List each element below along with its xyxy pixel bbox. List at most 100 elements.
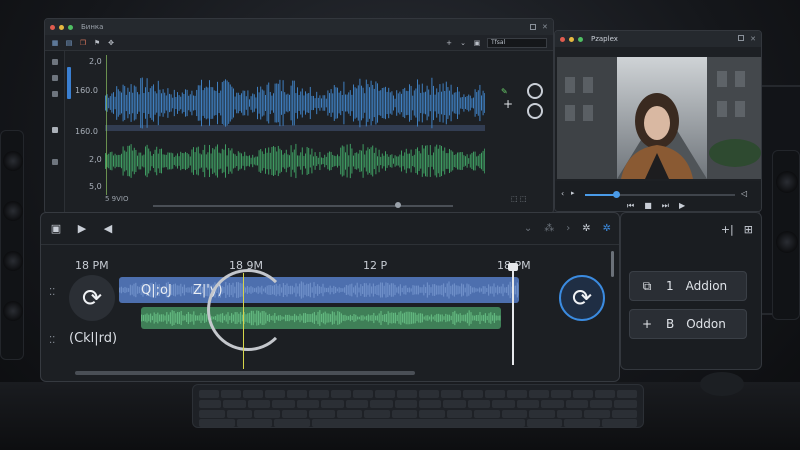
drag-handle-icon[interactable]: ⁚⁚ bbox=[49, 287, 55, 298]
loop-small-icon[interactable] bbox=[527, 103, 543, 119]
copy-icon[interactable]: ❐ bbox=[79, 39, 87, 47]
waveform-sample bbox=[138, 152, 140, 170]
waveform-tracks[interactable] bbox=[105, 59, 485, 189]
volume-icon[interactable]: ◁ bbox=[741, 189, 747, 198]
skip-forward-icon[interactable]: ⏭ bbox=[662, 201, 669, 211]
waveform-sample bbox=[172, 97, 174, 109]
close-icon[interactable]: ✕ bbox=[542, 24, 548, 31]
preview-scrubber[interactable] bbox=[585, 191, 735, 198]
record-icon[interactable]: ▣ bbox=[473, 39, 481, 47]
play-small-icon[interactable]: ▸ bbox=[571, 189, 575, 197]
gain-slider[interactable] bbox=[67, 67, 71, 99]
editor-horizontal-scrollbar[interactable] bbox=[153, 205, 453, 207]
video-frame[interactable] bbox=[557, 57, 761, 179]
move-icon[interactable]: ✥ bbox=[107, 39, 115, 47]
timeline-playhead[interactable] bbox=[512, 265, 514, 365]
waveform-sample bbox=[490, 312, 492, 324]
scissors-icon[interactable] bbox=[52, 59, 58, 65]
maximize-window-button[interactable] bbox=[68, 24, 73, 30]
add-track-button[interactable]: ⧉ 1 Addion bbox=[629, 271, 747, 301]
waveform-sample bbox=[359, 78, 361, 128]
close-icon[interactable]: ✕ bbox=[750, 35, 756, 43]
zoom-icon[interactable] bbox=[52, 91, 58, 97]
waveform-sample bbox=[295, 283, 297, 297]
waveform-sample bbox=[201, 154, 202, 168]
add-effect-button[interactable]: + B Oddon bbox=[629, 309, 747, 339]
loop-marker[interactable] bbox=[243, 273, 244, 369]
waveform-sample bbox=[357, 316, 359, 320]
minimize-window-button[interactable] bbox=[59, 24, 64, 30]
waveform-sample bbox=[339, 311, 341, 325]
prev-frame-icon[interactable]: ‹ bbox=[561, 189, 564, 198]
skip-back-icon[interactable]: ⏮ bbox=[627, 201, 634, 211]
chevron-down-icon[interactable]: ⌄ bbox=[459, 39, 467, 47]
waveform-sample bbox=[383, 155, 385, 167]
restore-icon[interactable] bbox=[530, 24, 536, 30]
loop-button-left[interactable]: ⟳ bbox=[69, 275, 115, 321]
audio-clip-green[interactable] bbox=[141, 307, 501, 329]
scrubber-handle[interactable] bbox=[613, 191, 620, 198]
play-button[interactable]: ▶ bbox=[75, 222, 89, 236]
waveform-sample bbox=[453, 154, 455, 168]
clip-blue-waveform bbox=[119, 281, 519, 299]
clip-green-waveform bbox=[141, 310, 501, 326]
editor-scroll-knob[interactable] bbox=[395, 202, 401, 208]
plus-icon[interactable]: + bbox=[503, 97, 513, 111]
waveform-sample bbox=[448, 314, 450, 322]
waveform-sample bbox=[189, 156, 191, 166]
close-window-button[interactable] bbox=[560, 36, 565, 42]
editor-playhead[interactable] bbox=[106, 55, 107, 195]
waveform-sample bbox=[338, 287, 340, 293]
audio-clip-blue[interactable]: Q|;oJ Z|'y) bbox=[119, 277, 519, 303]
stop-icon[interactable]: ■ bbox=[644, 201, 652, 211]
drag-handle-icon[interactable]: ⁚⁚ bbox=[49, 335, 55, 346]
waveform-sample bbox=[204, 87, 206, 119]
loop-button-right[interactable]: ⟳ bbox=[559, 275, 605, 321]
settings-accent-icon[interactable]: ✲ bbox=[603, 223, 611, 234]
settings-icon[interactable]: ✲ bbox=[582, 223, 590, 234]
add-icon[interactable]: + bbox=[445, 39, 453, 47]
waveform-sample bbox=[342, 288, 344, 292]
select-icon[interactable] bbox=[52, 75, 58, 81]
close-window-button[interactable] bbox=[50, 24, 55, 30]
maximize-window-button[interactable] bbox=[578, 36, 583, 42]
waveform-sample bbox=[215, 146, 217, 176]
waveform-sample bbox=[113, 92, 114, 114]
loop-ring-indicator[interactable] bbox=[207, 269, 289, 351]
waveform-sample bbox=[421, 83, 423, 123]
split-icon[interactable]: ⁂ bbox=[544, 223, 554, 234]
timeline-vertical-scrollbar[interactable] bbox=[611, 251, 614, 277]
play-icon[interactable]: ▶ bbox=[679, 201, 685, 211]
export-icon[interactable]: ⬚ ⬚ bbox=[511, 195, 526, 203]
timeline-horizontal-scrollbar[interactable] bbox=[75, 371, 415, 375]
waveform-sample bbox=[413, 154, 415, 168]
track-name-field[interactable]: Tfsal bbox=[487, 37, 547, 48]
grid-icon[interactable]: ⊞ bbox=[744, 223, 753, 236]
waveform-sample bbox=[175, 313, 177, 323]
waveform-sample bbox=[506, 287, 508, 293]
pen-icon[interactable]: ✎ bbox=[501, 87, 508, 96]
waveform-sample bbox=[353, 155, 354, 167]
waveform-sample bbox=[189, 94, 191, 112]
loop-small-icon[interactable] bbox=[527, 83, 543, 99]
waveform-sample bbox=[143, 93, 145, 113]
chevron-down-icon[interactable]: ⌄ bbox=[524, 223, 532, 234]
waveform-sample bbox=[345, 94, 346, 112]
layers-icon[interactable]: ▤ bbox=[65, 39, 73, 47]
rewind-button[interactable]: ◀ bbox=[101, 222, 115, 236]
waveform-sample bbox=[114, 96, 116, 110]
pencil-icon[interactable] bbox=[52, 127, 58, 133]
add-track-icon[interactable]: +| bbox=[721, 223, 734, 236]
waveform-sample bbox=[380, 310, 382, 326]
waveform-sample bbox=[479, 153, 481, 169]
minimize-window-button[interactable] bbox=[569, 36, 574, 42]
arrow-right-icon[interactable]: › bbox=[566, 223, 570, 234]
envelope-icon[interactable] bbox=[52, 159, 58, 165]
waveform-sample bbox=[300, 281, 302, 299]
grid-icon[interactable]: ▦ bbox=[51, 39, 59, 47]
waveform-sample bbox=[338, 92, 340, 114]
flag-icon[interactable]: ⚑ bbox=[93, 39, 101, 47]
save-icon[interactable]: ▣ bbox=[49, 222, 63, 236]
restore-icon[interactable] bbox=[738, 35, 745, 41]
waveform-sample bbox=[184, 315, 186, 321]
